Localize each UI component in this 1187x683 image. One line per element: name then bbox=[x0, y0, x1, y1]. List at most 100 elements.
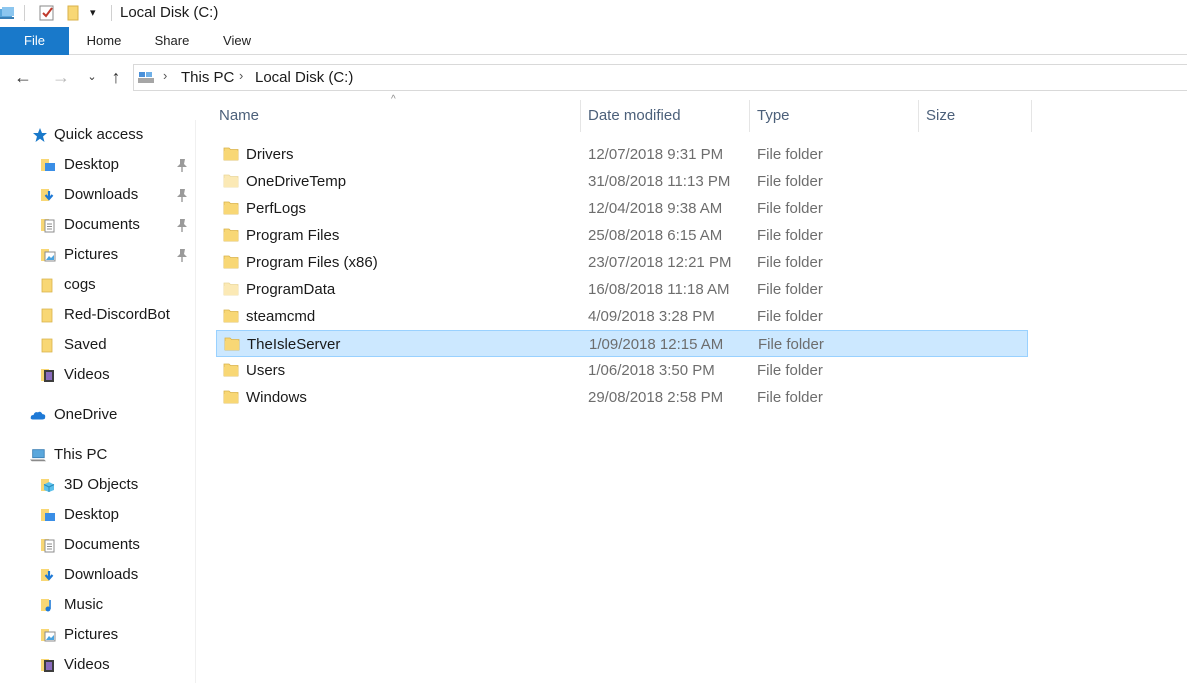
3d-objects-icon bbox=[41, 479, 55, 492]
breadcrumb-local-disk[interactable]: Local Disk (C:) bbox=[255, 69, 353, 86]
tab-home[interactable]: Home bbox=[80, 27, 128, 55]
sidebar-item-label: OneDrive bbox=[54, 406, 118, 423]
forward-arrow-icon[interactable]: → bbox=[48, 62, 74, 92]
breadcrumb-chevron-icon[interactable]: › bbox=[163, 68, 167, 83]
music-icon bbox=[41, 599, 51, 612]
file-date-modified: 25/08/2018 6:15 AM bbox=[588, 227, 723, 244]
file-name: Drivers bbox=[246, 146, 294, 163]
column-header-size[interactable]: Size bbox=[919, 100, 1031, 132]
file-row[interactable]: Program Files (x86) 23/07/2018 12:21 PM Fi… bbox=[216, 249, 1028, 276]
properties-icon[interactable] bbox=[38, 4, 56, 22]
sidebar-item-label: cogs bbox=[64, 276, 96, 293]
videos-icon bbox=[41, 369, 54, 382]
file-row[interactable]: OneDriveTemp 31/08/2018 11:13 PM File fold… bbox=[216, 168, 1028, 195]
sidebar-item-label: Downloads bbox=[64, 186, 139, 203]
folder-icon bbox=[223, 147, 239, 161]
pin-icon[interactable] bbox=[176, 248, 188, 262]
file-type: File folder bbox=[757, 146, 823, 163]
window-title: Local Disk (C:) bbox=[120, 4, 219, 21]
file-date-modified: 23/07/2018 12:21 PM bbox=[588, 254, 732, 271]
back-arrow-icon[interactable]: ← bbox=[10, 62, 36, 92]
pin-icon[interactable] bbox=[176, 188, 188, 202]
file-name: Users bbox=[246, 362, 286, 379]
sidebar-item-pc-documents[interactable]: Documents bbox=[40, 530, 190, 560]
sidebar-item-quick-documents[interactable]: Documents bbox=[40, 210, 190, 240]
column-header-type[interactable]: Type bbox=[750, 100, 918, 132]
file-type: File folder bbox=[757, 173, 823, 190]
file-row[interactable]: Users 1/06/2018 3:50 PM File folder bbox=[216, 357, 1028, 384]
pin-icon[interactable] bbox=[176, 158, 188, 172]
file-name: PerfLogs bbox=[246, 200, 307, 217]
sidebar-item-label: Downloads bbox=[64, 566, 139, 583]
sidebar-item-quick-desktop[interactable]: Desktop bbox=[40, 150, 190, 180]
address-bar[interactable]: › This PC › Local Disk (C:) bbox=[133, 64, 1187, 91]
onedrive-cloud-icon bbox=[30, 411, 46, 420]
tab-share[interactable]: Share bbox=[148, 27, 196, 55]
sidebar-item-this-pc[interactable]: This PC bbox=[30, 440, 190, 470]
file-row[interactable]: Drivers 12/07/2018 9:31 PM File folder bbox=[216, 141, 1028, 168]
file-type: File folder bbox=[757, 227, 823, 244]
sidebar-item-label: Quick access bbox=[54, 126, 144, 143]
sidebar-item-label: This PC bbox=[54, 446, 108, 463]
navigation-bar: ← → ⌄ ↑ › This PC › Local Disk (C:) bbox=[0, 62, 1187, 92]
title-separator bbox=[111, 5, 112, 21]
sidebar-item-quick-downloads[interactable]: Downloads bbox=[40, 180, 190, 210]
file-row[interactable]: Windows 29/08/2018 2:58 PM File folder bbox=[216, 384, 1028, 411]
file-row[interactable]: PerfLogs 12/04/2018 9:38 AM File folder bbox=[216, 195, 1028, 222]
desktop-icon bbox=[41, 509, 55, 521]
recent-locations-chevron-icon[interactable]: ⌄ bbox=[84, 62, 100, 92]
explorer-app-icon[interactable] bbox=[0, 4, 18, 22]
file-name: OneDriveTemp bbox=[246, 173, 347, 190]
file-row[interactable]: Program Files 25/08/2018 6:15 AM File fold… bbox=[216, 222, 1028, 249]
file-date-modified: 1/09/2018 12:15 AM bbox=[589, 336, 724, 353]
ribbon-tabs: File Home Share View bbox=[0, 27, 1187, 55]
file-type: File folder bbox=[757, 389, 823, 406]
sidebar-item-quick-access[interactable]: Quick access bbox=[30, 120, 190, 150]
sidebar-item-pc-music[interactable]: Music bbox=[40, 590, 190, 620]
file-row[interactable]: ProgramData 16/08/2018 11:18 AM File folde… bbox=[216, 276, 1028, 303]
file-row[interactable]: steamcmd 4/09/2018 3:28 PM File folder bbox=[216, 303, 1028, 330]
file-row[interactable]: TheIsleServer 1/09/2018 12:15 AM File fold… bbox=[216, 330, 1028, 357]
up-arrow-icon[interactable]: ↑ bbox=[104, 62, 128, 92]
customize-toolbar-icon[interactable]: ▾ bbox=[90, 4, 108, 22]
sidebar-item-pc-downloads[interactable]: Downloads bbox=[40, 560, 190, 590]
sidebar-item-quick-cogs[interactable]: cogs bbox=[40, 270, 190, 300]
folder-icon bbox=[223, 390, 239, 404]
sidebar-item-pc-desktop[interactable]: Desktop bbox=[40, 500, 190, 530]
file-date-modified: 12/07/2018 9:31 PM bbox=[588, 146, 724, 163]
sidebar-item-label: Videos bbox=[64, 656, 110, 673]
folder-icon bbox=[223, 228, 239, 242]
pin-icon[interactable] bbox=[176, 218, 188, 232]
sidebar-item-quick-red-discordbot[interactable]: Red-DiscordBot bbox=[40, 300, 190, 330]
sidebar-item-pc-pictures[interactable]: Pictures bbox=[40, 620, 190, 650]
sidebar-item-quick-pictures[interactable]: Pictures bbox=[40, 240, 190, 270]
column-header-name[interactable]: Name bbox=[212, 100, 580, 132]
drive-icon bbox=[138, 72, 154, 83]
videos-icon bbox=[41, 659, 54, 672]
sidebar-item-onedrive[interactable]: OneDrive bbox=[30, 400, 190, 430]
folder-icon bbox=[223, 282, 239, 296]
breadcrumb-chevron-icon[interactable]: › bbox=[239, 68, 243, 83]
file-name: Program Files (x86) bbox=[246, 254, 378, 271]
folder-icon bbox=[41, 338, 53, 353]
column-header-date-modified[interactable]: Date modified bbox=[581, 100, 749, 132]
downloads-icon bbox=[41, 189, 54, 201]
tab-file[interactable]: File bbox=[0, 27, 69, 55]
tab-view[interactable]: View bbox=[216, 27, 258, 55]
title-bar: ▾ Local Disk (C:) bbox=[0, 0, 1187, 27]
pictures-icon bbox=[41, 629, 56, 642]
folder-icon bbox=[41, 278, 53, 293]
folder-icon bbox=[224, 337, 240, 351]
breadcrumb-this-pc[interactable]: This PC bbox=[181, 69, 234, 86]
downloads-icon bbox=[41, 569, 54, 581]
navigation-pane: Quick access Desktop Downloads Documents Pi… bbox=[0, 120, 196, 683]
sidebar-item-pc-videos[interactable]: Videos bbox=[40, 650, 190, 680]
column-headers: ^ Name Date modified Type Size bbox=[212, 94, 1032, 132]
computer-icon bbox=[30, 449, 46, 462]
sidebar-item-quick-saved[interactable]: Saved bbox=[40, 330, 190, 360]
sidebar-item-quick-videos[interactable]: Videos bbox=[40, 360, 190, 390]
file-name: ProgramData bbox=[246, 281, 336, 298]
column-divider[interactable] bbox=[1031, 100, 1032, 132]
new-folder-icon[interactable] bbox=[64, 4, 82, 22]
sidebar-item-pc-3d-objects[interactable]: 3D Objects bbox=[40, 470, 190, 500]
